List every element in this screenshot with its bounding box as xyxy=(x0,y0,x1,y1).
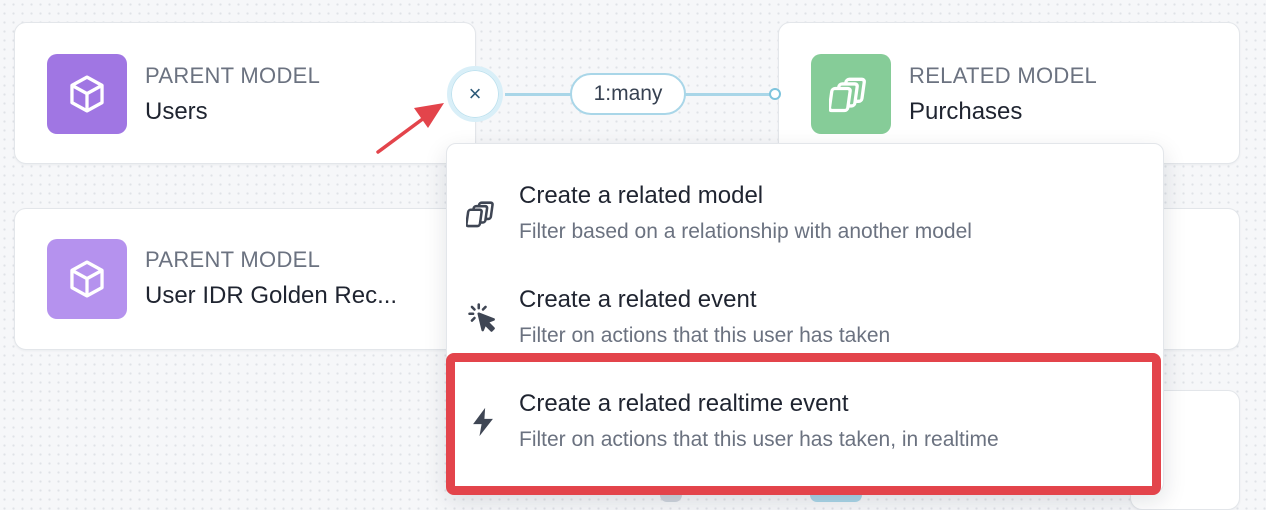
create-related-menu: Create a related model Filter based on a… xyxy=(446,143,1164,493)
menu-item-description: Filter on actions that this user has tak… xyxy=(519,428,999,451)
parent-model-card-users[interactable]: PARENT MODEL Users xyxy=(14,22,476,164)
lightning-icon xyxy=(465,404,501,440)
remove-relationship-button[interactable]: × xyxy=(447,66,503,122)
cube-icon xyxy=(47,239,127,319)
stacked-cards-icon xyxy=(465,196,501,232)
cube-icon xyxy=(47,54,127,134)
card-title: Users xyxy=(145,98,208,125)
menu-item-related-event[interactable]: Create a related event Filter on actions… xyxy=(447,266,1163,366)
relationship-endpoint xyxy=(769,88,781,100)
card-kicker: PARENT MODEL xyxy=(145,63,321,88)
menu-item-description: Filter on actions that this user has tak… xyxy=(519,324,891,347)
menu-item-title: Create a related event xyxy=(519,286,757,313)
menu-item-title: Create a related realtime event xyxy=(519,390,849,417)
card-title: User IDR Golden Rec... xyxy=(145,282,398,309)
menu-item-related-realtime-event[interactable]: Create a related realtime event Filter o… xyxy=(447,370,1163,470)
parent-model-card-user-idr[interactable]: PARENT MODEL User IDR Golden Rec... xyxy=(14,208,476,350)
menu-item-related-model[interactable]: Create a related model Filter based on a… xyxy=(447,162,1163,262)
card-kicker: RELATED MODEL xyxy=(909,63,1098,88)
card-kicker: PARENT MODEL xyxy=(145,247,321,272)
stacked-cards-icon xyxy=(811,54,891,134)
menu-item-description: Filter based on a relationship with anot… xyxy=(519,220,972,243)
cursor-click-icon xyxy=(465,300,501,336)
cardinality-badge[interactable]: 1:many xyxy=(570,73,686,115)
menu-item-title: Create a related model xyxy=(519,182,764,209)
card-title: Purchases xyxy=(909,98,1023,125)
